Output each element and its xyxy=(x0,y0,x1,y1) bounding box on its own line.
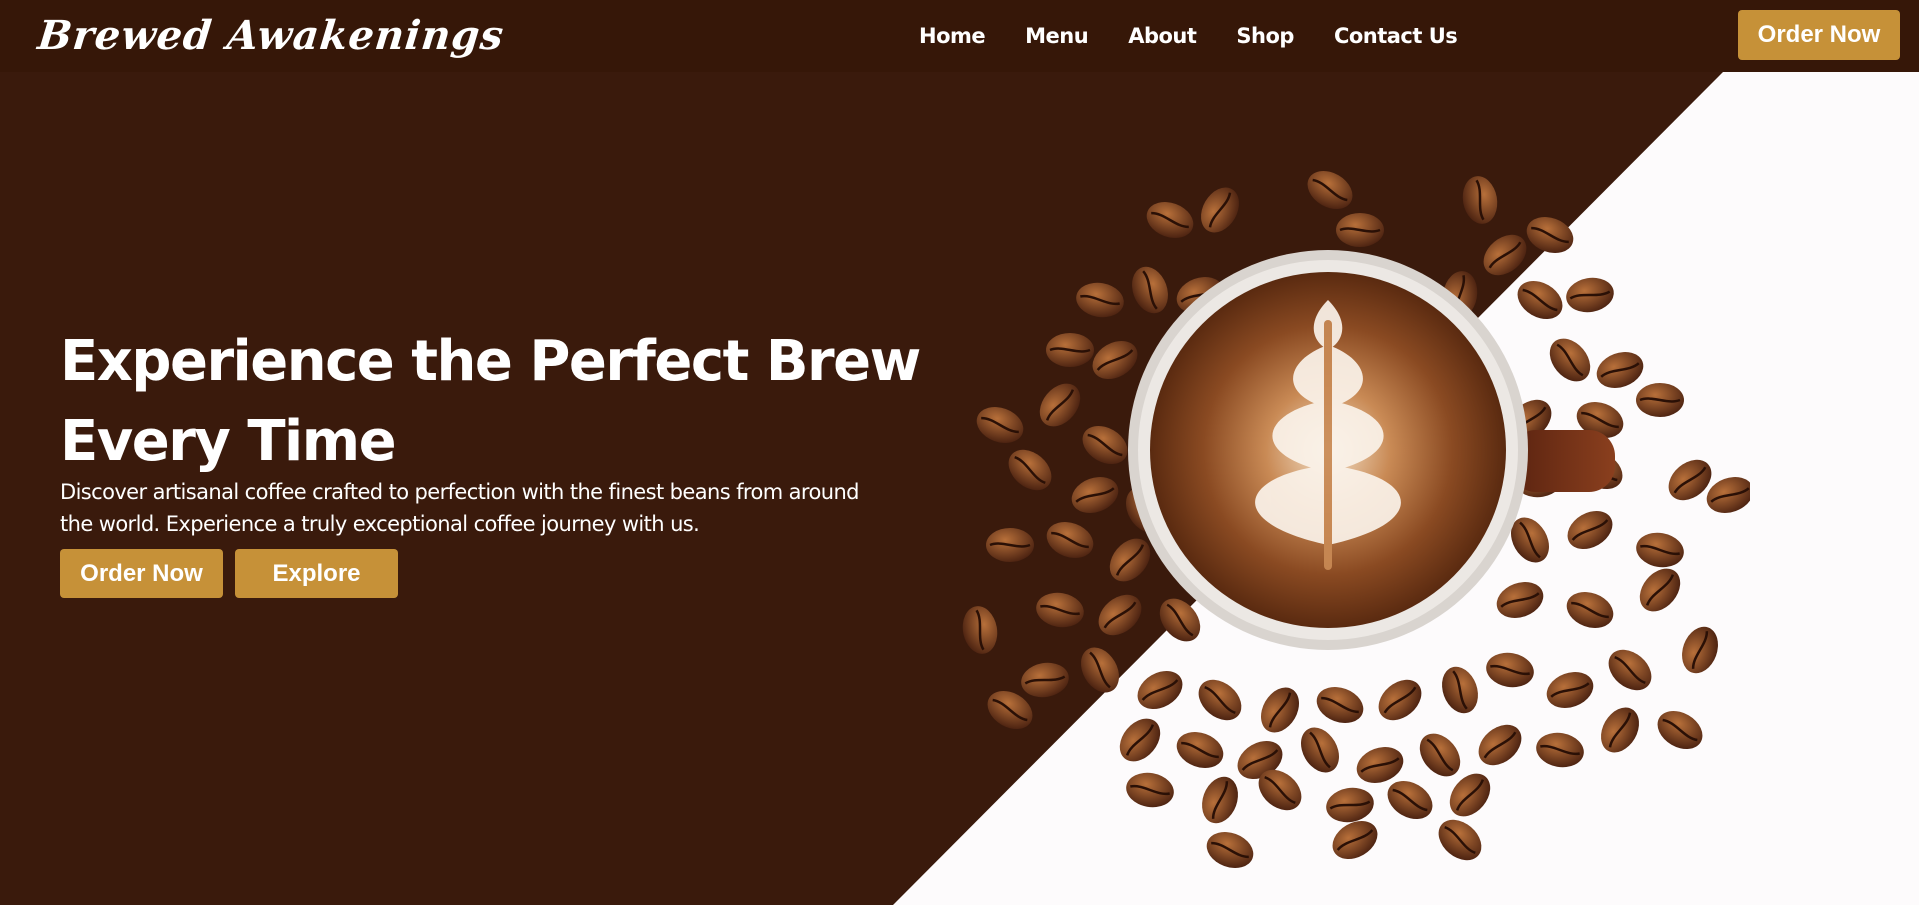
coffee-bean-decoration xyxy=(1301,727,1339,773)
coffee-bean-decoration xyxy=(1046,333,1094,367)
coffee-bean-decoration xyxy=(1092,341,1138,379)
coffee-bean-decoration xyxy=(1682,626,1718,674)
coffee-bean-decoration xyxy=(1176,732,1224,768)
nav-contact-link[interactable]: Contact Us xyxy=(1334,20,1458,52)
hero-order-now-button[interactable]: Order Now xyxy=(60,549,223,598)
coffee-bean-decoration xyxy=(1478,724,1522,766)
coffee-bean-decoration xyxy=(1036,592,1084,628)
coffee-bean-decoration xyxy=(1336,213,1384,247)
coffee-bean-decoration xyxy=(1082,426,1128,464)
coffee-bean-decoration xyxy=(1639,568,1681,612)
coffee-bean-decoration xyxy=(1567,511,1613,549)
page: Brewed Awakenings Home Menu About Shop C… xyxy=(0,0,1919,905)
coffee-bean-decoration xyxy=(1081,647,1119,693)
hero-explore-button[interactable]: Explore xyxy=(235,549,398,598)
coffee-bean-decoration xyxy=(1546,672,1594,708)
coffee-bean-decoration xyxy=(1119,718,1161,762)
hero-subtitle-line: the world. Experience a truly exceptiona… xyxy=(60,512,700,536)
coffee-bean-decoration xyxy=(1206,832,1254,868)
coffee-bean-decoration xyxy=(1549,338,1591,382)
hero-subtitle: Discover artisanal coffee crafted to per… xyxy=(60,476,860,540)
coffee-bean-decoration xyxy=(1261,687,1299,733)
coffee-bean-decoration xyxy=(1596,352,1644,388)
header-order-now-button[interactable]: Order Now xyxy=(1738,10,1900,60)
coffee-cup-illustration xyxy=(962,171,1750,868)
brand-logo[interactable]: Brewed Awakenings xyxy=(35,12,507,60)
coffee-bean-decoration xyxy=(1657,711,1703,749)
hero-title: Experience the Perfect Brew Every Time xyxy=(60,322,921,482)
coffee-bean-decoration xyxy=(1098,594,1142,636)
coffee-bean-decoration xyxy=(962,606,998,654)
coffee-bean-decoration xyxy=(1566,277,1614,313)
coffee-bean-decoration xyxy=(1419,733,1461,777)
site-header: Brewed Awakenings Home Menu About Shop C… xyxy=(0,0,1919,72)
coffee-bean-decoration xyxy=(1636,532,1684,568)
coffee-bean-decoration xyxy=(1039,383,1081,427)
coffee-bean-decoration xyxy=(1146,202,1194,238)
coffee-bean-decoration xyxy=(1137,671,1183,709)
hero-title-line: Every Time xyxy=(60,409,397,474)
coffee-bean-decoration xyxy=(1483,234,1527,276)
nav-home-link[interactable]: Home xyxy=(919,20,986,52)
hero-subtitle-line: Discover artisanal coffee crafted to per… xyxy=(60,480,860,504)
coffee-bean-decoration xyxy=(1526,217,1574,253)
coffee-bean-decoration xyxy=(1198,679,1242,721)
coffee-bean-decoration xyxy=(1008,449,1052,491)
coffee-bean-decoration xyxy=(1442,666,1478,714)
coffee-bean-decoration xyxy=(1462,176,1498,224)
coffee-bean-decoration xyxy=(1071,477,1119,513)
coffee-bean-decoration xyxy=(1201,187,1239,233)
coffee-bean-decoration xyxy=(1307,171,1353,209)
coffee-bean-decoration xyxy=(1536,732,1584,768)
coffee-bean-decoration xyxy=(1378,679,1422,721)
coffee-bean-decoration xyxy=(1601,707,1639,753)
coffee-bean-decoration xyxy=(1496,582,1544,618)
coffee-bean-decoration xyxy=(1387,781,1433,819)
coffee-bean-decoration xyxy=(1316,687,1364,723)
coffee-bean-decoration xyxy=(976,407,1024,443)
coffee-bean-decoration xyxy=(1076,282,1124,318)
coffee-bean-decoration xyxy=(1202,776,1238,824)
hero-title-line: Experience the Perfect Brew xyxy=(60,329,921,394)
main-nav: Home Menu About Shop Contact Us xyxy=(919,20,1458,52)
coffee-bean-decoration xyxy=(986,528,1034,562)
coffee-bean-decoration xyxy=(1486,652,1534,688)
coffee-bean-decoration xyxy=(1608,649,1652,691)
nav-shop-link[interactable]: Shop xyxy=(1236,20,1294,52)
nav-about-link[interactable]: About xyxy=(1128,20,1197,52)
coffee-bean-decoration xyxy=(1326,787,1374,823)
coffee-bean-decoration xyxy=(1021,662,1069,698)
coffee-bean-decoration xyxy=(1046,522,1094,558)
coffee-bean-decoration xyxy=(1438,819,1482,861)
coffee-bean-decoration xyxy=(1126,772,1174,808)
coffee-bean-decoration xyxy=(1566,592,1614,628)
nav-menu-link[interactable]: Menu xyxy=(1025,20,1089,52)
coffee-bean-decoration xyxy=(1636,383,1684,417)
coffee-bean-decoration xyxy=(1132,266,1168,314)
coffee-bean-decoration xyxy=(1517,281,1563,319)
